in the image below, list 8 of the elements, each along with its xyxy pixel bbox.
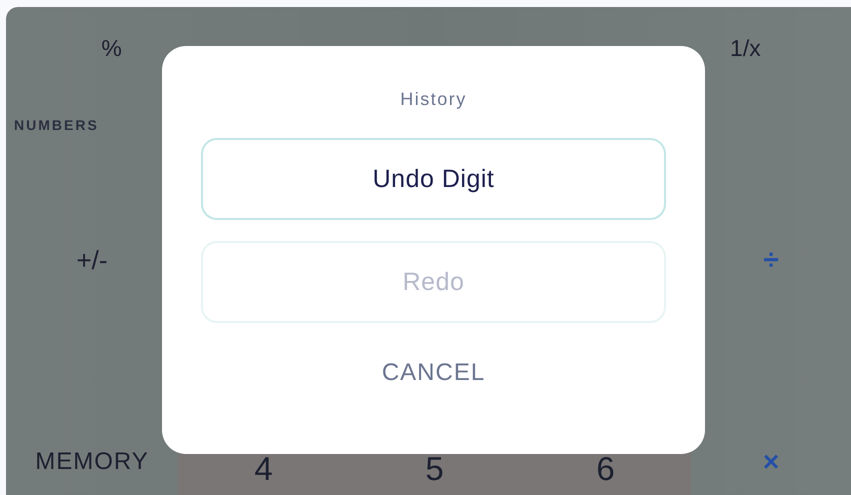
function-key[interactable]: 1/x bbox=[640, 7, 851, 89]
function-key[interactable]: % bbox=[6, 7, 218, 89]
memory-key[interactable]: MEMORY bbox=[6, 420, 178, 495]
function-key[interactable]: +/- bbox=[6, 175, 178, 345]
dialog-title: History bbox=[400, 88, 467, 111]
history-action-button[interactable]: Undo Digit bbox=[201, 138, 666, 220]
cancel-button[interactable]: CANCEL bbox=[374, 355, 494, 391]
section-label: NUMBERS bbox=[14, 117, 99, 133]
